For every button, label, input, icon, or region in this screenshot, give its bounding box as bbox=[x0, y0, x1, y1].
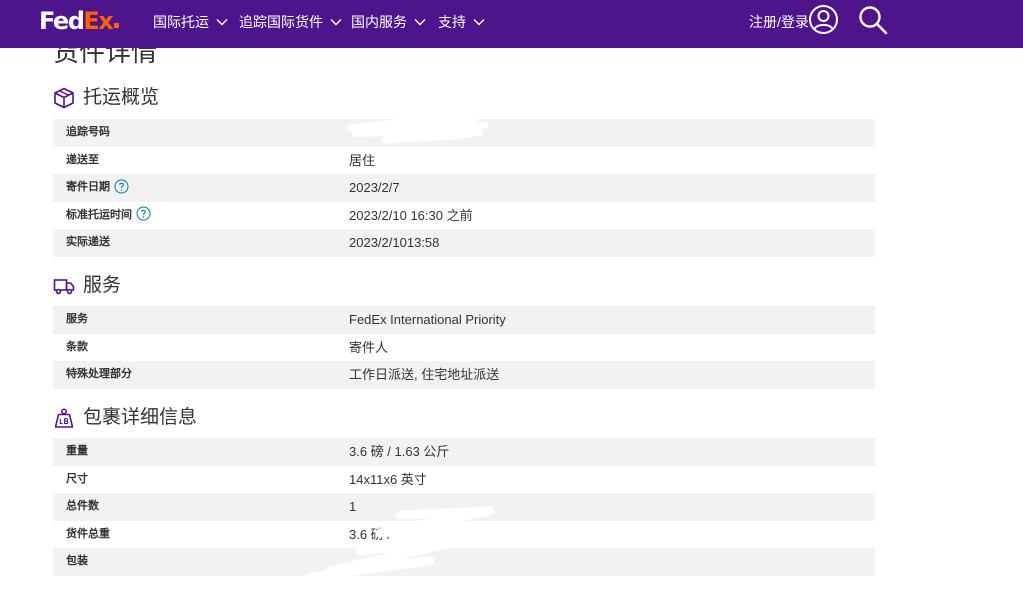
chevron-down-icon bbox=[216, 19, 228, 26]
section-title: 包裹详细信息 bbox=[83, 407, 198, 428]
section-header-service: 服务 bbox=[53, 273, 121, 299]
table-row: 包装 bbox=[53, 548, 875, 576]
row-value: 居住 bbox=[349, 152, 376, 168]
row-label: 递送至 bbox=[66, 153, 99, 166]
login-register-link[interactable]: 注册/登录 bbox=[749, 12, 809, 32]
nav-menu-domestic-services[interactable]: 国内服务 bbox=[351, 12, 426, 32]
weight-lb-icon bbox=[54, 408, 74, 428]
row-label: 寄件日期 bbox=[66, 174, 129, 202]
nav-menu-support[interactable]: 支持 bbox=[438, 12, 485, 32]
nav-menu-label: 国内服务 bbox=[351, 14, 407, 30]
row-label: 追踪号码 bbox=[66, 126, 110, 138]
chevron-down-icon bbox=[473, 19, 485, 26]
row-label: 尺寸 bbox=[66, 472, 88, 485]
chevron-down-icon bbox=[330, 19, 342, 26]
package-box-icon bbox=[54, 87, 74, 109]
row-value: 2023/2/1013:58 bbox=[349, 235, 440, 251]
table-row: 尺寸 14x11x6 英寸 bbox=[53, 466, 875, 494]
fedex-logo[interactable]: FedEx bbox=[39, 6, 120, 36]
nav-menu-label: 追踪国际货件 bbox=[239, 14, 323, 30]
row-label: 货件总重 bbox=[66, 527, 110, 540]
overview-table: 追踪号码 递送至 居住 寄件日期 2023/2/7 标准托运时间 2023/2/… bbox=[53, 119, 875, 257]
row-label-text: 寄件日期 bbox=[66, 181, 110, 194]
table-row: 实际递送 2023/2/1013:58 bbox=[53, 229, 875, 257]
row-value: 寄件人 bbox=[349, 339, 389, 355]
logo-fed-text: Fed bbox=[39, 7, 85, 35]
row-label: 特殊处理部分 bbox=[66, 368, 132, 381]
row-value: FedEx International Priority bbox=[349, 312, 506, 327]
section-header-package: 包裹详细信息 bbox=[53, 405, 197, 431]
row-value: 3.6 磅 / 1.63 公斤 bbox=[349, 444, 450, 459]
table-row: 特殊处理部分 工作日派送, 住宅地址派送 bbox=[53, 361, 875, 389]
row-label: 总件数 bbox=[66, 500, 99, 513]
section-title: 托运概览 bbox=[83, 87, 160, 108]
section-title: 服务 bbox=[83, 275, 122, 296]
row-label: 实际递送 bbox=[66, 236, 110, 249]
table-row: 寄件日期 2023/2/7 bbox=[53, 174, 875, 202]
table-row: 标准托运时间 2023/2/10 16:30 之前 bbox=[53, 202, 875, 230]
table-row: 重量 3.6 磅 / 1.63 公斤 bbox=[53, 438, 875, 466]
row-label: 重量 bbox=[66, 445, 88, 457]
table-row: 服务 FedEx International Priority bbox=[53, 306, 875, 334]
nav-menu-label: 国际托运 bbox=[153, 14, 209, 30]
nav-menu-international-shipping[interactable]: 国际托运 bbox=[153, 12, 228, 32]
table-row: 追踪号码 bbox=[53, 119, 875, 147]
row-label: 条款 bbox=[66, 340, 88, 353]
row-value: 3.6 磅 / bbox=[349, 526, 391, 542]
row-label-text: 标准托运时间 bbox=[66, 208, 132, 221]
package-table: 重量 3.6 磅 / 1.63 公斤 尺寸 14x11x6 英寸 总件数 1 货… bbox=[53, 438, 875, 576]
top-navigation-bar: FedEx 国际托运 追踪国际货件 国内服务 支持 注册/登录 bbox=[0, 0, 1023, 48]
table-row: 递送至 居住 bbox=[53, 147, 875, 175]
logo-ex-text: Ex bbox=[83, 7, 113, 35]
row-value: 1 bbox=[349, 499, 357, 515]
nav-menu-track-international[interactable]: 追踪国际货件 bbox=[239, 12, 342, 32]
user-circle-icon[interactable] bbox=[808, 4, 839, 35]
row-value: 2023/2/10 16:30 之前 bbox=[349, 207, 473, 223]
search-icon[interactable] bbox=[858, 5, 888, 35]
logo-dot bbox=[114, 23, 120, 28]
row-value: 2023/2/7 bbox=[349, 180, 400, 196]
delivery-truck-icon bbox=[53, 279, 75, 295]
table-row: 条款 寄件人 bbox=[53, 334, 875, 362]
row-label: 标准托运时间 bbox=[66, 202, 151, 230]
chevron-down-icon bbox=[414, 19, 426, 26]
row-label: 包装 bbox=[66, 555, 88, 568]
table-row: 货件总重 3.6 磅 / bbox=[53, 521, 875, 549]
table-row: 总件数 1 bbox=[53, 493, 875, 521]
section-header-overview: 托运概览 bbox=[53, 85, 159, 111]
service-table: 服务 FedEx International Priority 条款 寄件人 特… bbox=[53, 306, 875, 389]
row-label: 服务 bbox=[66, 313, 88, 325]
row-value: 工作日派送, 住宅地址派送 bbox=[349, 367, 500, 383]
help-question-icon[interactable] bbox=[114, 179, 129, 194]
help-question-icon[interactable] bbox=[136, 206, 151, 221]
row-value: 14x11x6 英寸 bbox=[349, 471, 427, 487]
nav-menu-label: 支持 bbox=[438, 14, 466, 30]
